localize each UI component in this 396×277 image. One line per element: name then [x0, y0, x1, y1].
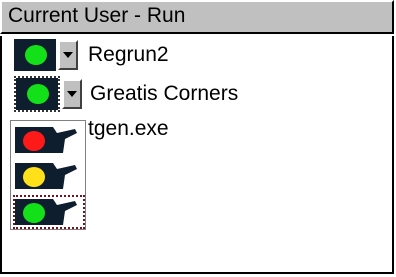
red-light-icon [15, 127, 77, 153]
menu-item-red[interactable] [13, 123, 85, 157]
status-dropdown-button[interactable] [62, 79, 82, 109]
column-header-title: Current User - Run [8, 4, 186, 27]
menu-item-yellow[interactable] [13, 159, 85, 193]
yellow-light-icon [15, 163, 77, 189]
traffic-light-icon[interactable] [14, 39, 56, 71]
status-dropdown-menu [10, 120, 86, 230]
green-light-icon [25, 45, 47, 65]
column-header[interactable]: Current User - Run [0, 0, 394, 34]
list-item[interactable]: Regrun2 [14, 38, 254, 72]
status-dropdown-button[interactable] [58, 40, 78, 70]
green-light-icon [15, 199, 77, 225]
entry-label: Regrun2 [88, 43, 169, 66]
entry-label: Greatis Corners [90, 82, 239, 105]
entry-label: tgen.exe [88, 117, 169, 140]
list-item[interactable]: Greatis Corners [14, 76, 294, 112]
startup-list-panel: Current User - Run Regrun2 Greatis Corne… [0, 0, 396, 277]
traffic-light-icon[interactable] [14, 76, 60, 112]
menu-item-green[interactable] [13, 195, 85, 229]
green-light-icon [27, 84, 49, 104]
